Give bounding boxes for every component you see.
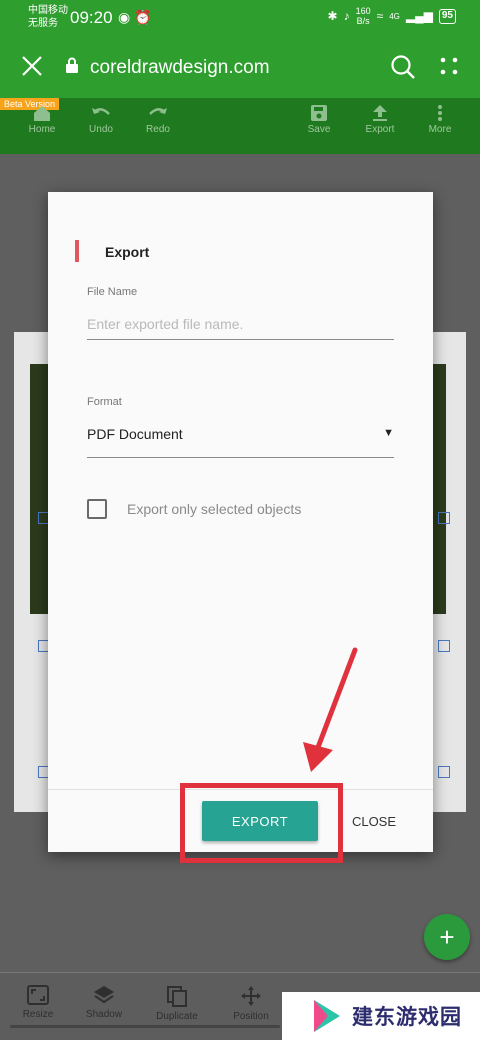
close-icon[interactable] — [20, 54, 44, 78]
tool-duplicate[interactable]: Duplicate — [142, 985, 212, 1022]
export-selected-label[interactable]: Export only selected objects — [127, 501, 301, 517]
watermark: 建东游戏园 — [282, 992, 480, 1040]
resize-handle[interactable] — [438, 640, 450, 652]
export-selected-checkbox[interactable] — [87, 499, 107, 519]
alarm-icon: ⏰ — [134, 9, 152, 25]
resize-icon — [27, 985, 49, 1005]
speed-unit: B/s — [356, 16, 370, 26]
toolbar-export[interactable]: Export — [350, 104, 410, 135]
bluetooth-icon: ✱ — [327, 9, 338, 23]
search-icon[interactable] — [390, 54, 416, 80]
title-accent-bar — [75, 240, 79, 262]
network-speed: 160 B/s — [356, 6, 371, 26]
browser-url-bar: coreldrawdesign.com — [0, 38, 480, 98]
url-text[interactable]: coreldrawdesign.com — [90, 57, 270, 79]
toolbar-save[interactable]: Save — [289, 104, 349, 135]
move-icon — [241, 986, 261, 1006]
file-name-label: File Name — [87, 286, 138, 298]
add-button[interactable]: + — [424, 914, 470, 960]
status-icons-right: ✱ ♪ 160 B/s ≈ 4G ▂▄▆ 95 — [328, 6, 456, 26]
wifi-icon: ≈ — [376, 9, 384, 23]
toolbar-export-label: Export — [365, 124, 395, 135]
tool-position-label: Position — [233, 1011, 269, 1022]
eye-icon: ◉ — [118, 9, 131, 25]
toolbar-save-label: Save — [307, 124, 331, 135]
export-dialog: Export File Name Format PDF Document ▼ E… — [48, 192, 433, 852]
toolbar-home-label: Home — [28, 124, 56, 135]
lock-icon — [66, 57, 78, 73]
carrier-info: 中国移动 无服务 — [28, 4, 68, 30]
redo-icon — [149, 108, 167, 115]
undo-icon — [92, 108, 110, 115]
highlight-annotation-box — [180, 783, 343, 863]
layers-icon — [94, 986, 114, 1004]
save-icon — [311, 105, 327, 121]
watermark-text: 建东游戏园 — [352, 1006, 462, 1029]
toolbar-more[interactable]: More — [410, 104, 470, 135]
status-bar: 中国移动 无服务 09:20 ◉ ⏰ ✱ ♪ 160 B/s ≈ 4G ▂▄▆ … — [0, 0, 480, 38]
toolbar-scrollbar[interactable] — [10, 1025, 280, 1028]
toolbar-more-label: More — [428, 124, 452, 135]
status-icons-left: ◉ ⏰ — [118, 9, 152, 26]
toolbar-undo[interactable]: Undo — [71, 104, 131, 135]
format-label: Format — [87, 396, 122, 408]
upload-icon — [373, 105, 387, 121]
resize-handle[interactable] — [438, 512, 450, 524]
carrier-name: 中国移动 — [28, 5, 68, 16]
battery-indicator: 95 — [438, 8, 456, 24]
tool-shadow-label: Shadow — [85, 1009, 123, 1020]
toolbar-home[interactable]: Home — [12, 104, 72, 135]
more-vert-icon[interactable] — [438, 55, 460, 77]
tool-resize[interactable]: Resize — [3, 985, 73, 1020]
tool-position[interactable]: Position — [216, 985, 286, 1022]
tool-resize-label: Resize — [22, 1009, 54, 1020]
signal-icon: ▂▄▆ — [405, 9, 433, 23]
network-type: 4G — [389, 11, 400, 21]
close-button[interactable]: CLOSE — [344, 801, 404, 841]
carrier-service: 无服务 — [28, 18, 58, 29]
annotation-arrow-icon — [303, 647, 358, 772]
watermark-logo-icon — [314, 1000, 340, 1032]
format-selected-value: PDF Document — [87, 426, 183, 442]
tool-shadow[interactable]: Shadow — [69, 985, 139, 1020]
tool-duplicate-label: Duplicate — [156, 1011, 198, 1022]
toolbar-undo-label: Undo — [89, 124, 113, 135]
file-name-input[interactable] — [87, 308, 394, 340]
resize-handle[interactable] — [438, 766, 450, 778]
copy-icon — [167, 986, 187, 1007]
toolbar-redo-label: Redo — [146, 124, 170, 135]
clock: 09:20 — [70, 8, 113, 27]
mute-icon: ♪ — [343, 9, 350, 23]
format-select[interactable]: PDF Document ▼ — [87, 418, 394, 458]
more-icon — [438, 105, 442, 121]
toolbar-redo[interactable]: Redo — [128, 104, 188, 135]
dropdown-arrow-icon: ▼ — [383, 427, 394, 439]
speed-value: 160 — [355, 6, 371, 16]
app-toolbar: Beta Version Home Undo Redo Save Export … — [0, 98, 480, 154]
home-icon — [34, 106, 50, 121]
dialog-title: Export — [105, 244, 150, 260]
